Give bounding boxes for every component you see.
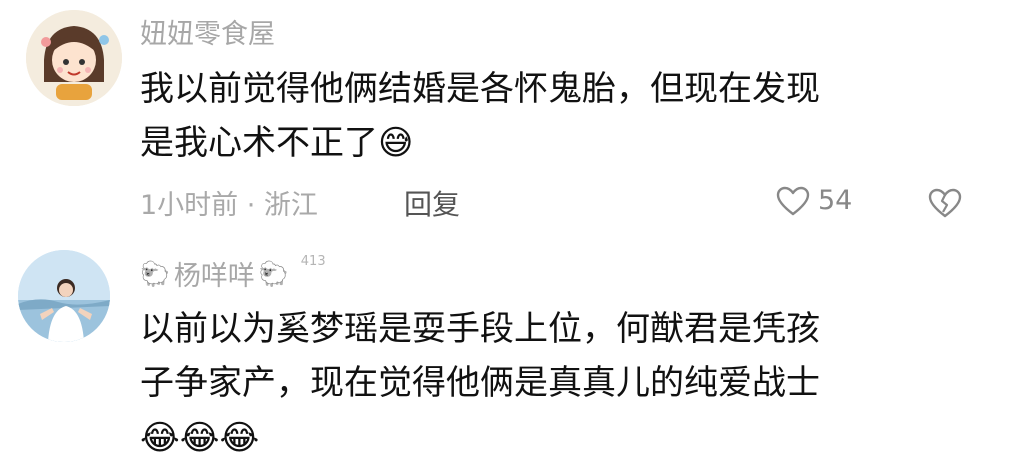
comment-item-2: 🐑 杨咩咩 🐑 413 以前以为奚梦瑶是耍手段上位，何猷君是凭孩 子争家产，现在… [0, 238, 1009, 464]
like-count: 54 [818, 185, 853, 216]
username[interactable]: 妞妞零食屋 [140, 12, 275, 51]
photo-avatar-icon [18, 250, 110, 342]
heart-icon [776, 186, 810, 215]
user-level-badge: 413 [300, 254, 326, 269]
laughing-crying-emoji-icon: 😂 [140, 417, 180, 458]
comment-meta: 1小时前 · 浙江 [140, 190, 318, 221]
comment-text: 以前以为奚梦瑶是耍手段上位，何猷君是凭孩 子争家产，现在觉得他俩是真真儿的纯爱战… [140, 302, 820, 465]
laughing-crying-emoji-icon: 😂 [179, 417, 220, 458]
comment-text-line-1: 我以前觉得他俩结婚是各怀鬼胎，但现在发现 [140, 69, 820, 109]
sheep-icon: 🐑 [140, 259, 170, 288]
reply-button[interactable]: 回复 [404, 183, 460, 223]
username[interactable]: 杨咩咩 [174, 254, 255, 293]
dislike-button[interactable] [928, 188, 962, 222]
cartoon-girl-avatar-icon [26, 10, 122, 106]
avatar[interactable] [18, 250, 110, 342]
comment-emoji-row: 😂😂😂 [140, 411, 820, 465]
comment-text-line-1: 以前以为奚梦瑶是耍手段上位，何猷君是凭孩 [140, 309, 820, 349]
username-row[interactable]: 🐑 杨咩咩 🐑 413 [140, 254, 326, 293]
comment-text: 我以前觉得他俩结婚是各怀鬼胎，但现在发现 是我心术不正了😅 [140, 62, 820, 171]
broken-heart-icon [928, 188, 962, 218]
laughing-crying-emoji-icon: 😂 [219, 417, 260, 458]
like-button[interactable]: 54 [776, 185, 852, 216]
sheep-icon: 🐑 [258, 259, 289, 288]
comment-item-1: 妞妞零食屋 我以前觉得他俩结婚是各怀鬼胎，但现在发现 是我心术不正了😅 1小时前… [0, 0, 1009, 238]
grinning-sweat-emoji-icon: 😅 [378, 123, 414, 164]
comment-text-line-2-text: 是我心术不正了 [140, 123, 378, 164]
comment-text-line-2: 是我心术不正了😅 [140, 116, 820, 170]
comment-text-line-2: 子争家产，现在觉得他俩是真真儿的纯爱战士 [140, 363, 820, 404]
avatar[interactable] [26, 10, 122, 106]
